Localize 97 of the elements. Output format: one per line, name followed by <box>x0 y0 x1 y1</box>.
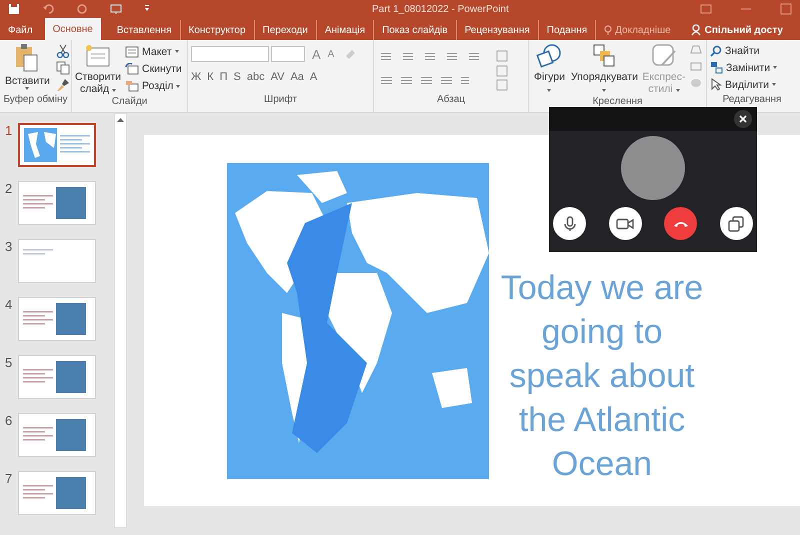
close-button[interactable] <box>734 110 752 128</box>
ribbon-tab[interactable]: Основне <box>44 18 101 40</box>
search-icon <box>710 45 722 57</box>
slide-option-button[interactable]: Розділ <box>125 80 182 92</box>
reset-icon <box>125 62 139 75</box>
caret-icon <box>773 66 778 69</box>
text-lines-icon <box>23 427 53 443</box>
caret-icon <box>676 89 680 92</box>
slide-number: 6 <box>5 413 13 428</box>
format-button[interactable]: AV <box>270 71 284 83</box>
share-label: Спільний досту <box>704 24 783 36</box>
font-name-field[interactable] <box>191 46 269 62</box>
person-icon <box>690 24 702 36</box>
call-control-button[interactable] <box>553 207 586 240</box>
lightbulb-icon <box>604 24 612 36</box>
hang-up-icon <box>672 220 689 228</box>
format-button[interactable]: Aa <box>290 71 304 83</box>
slide-number: 2 <box>5 181 13 196</box>
slide-option-button[interactable]: Скинути <box>125 62 182 75</box>
group-label: Креслення <box>592 95 644 108</box>
slide-title: Today we are going to speak about the Atlantic Ocean <box>500 268 704 484</box>
call-control-button[interactable] <box>664 207 698 240</box>
format-button[interactable]: S <box>234 71 241 83</box>
shrink-font-button[interactable]: A <box>328 48 334 60</box>
editing-button[interactable]: Виділити <box>710 78 776 91</box>
ribbon-tab[interactable]: Вставлення <box>108 20 180 40</box>
group-label: Слайди <box>110 95 148 108</box>
section-icon <box>125 80 139 92</box>
caret-icon <box>176 84 180 88</box>
drawing-button[interactable]: Упорядкувати <box>568 43 640 95</box>
shapes-icon <box>535 43 564 69</box>
photo-placeholder <box>56 361 86 393</box>
group-label: Шрифт <box>263 93 298 106</box>
windows-icon <box>728 216 744 232</box>
clipboard-icon <box>14 43 40 73</box>
caret-icon <box>112 89 116 92</box>
format-button[interactable]: Ж <box>191 71 202 83</box>
close-icon <box>739 115 747 123</box>
slideshow-icon[interactable] <box>110 3 122 15</box>
caret-icon <box>602 89 606 92</box>
slide-number: 3 <box>5 239 13 254</box>
drawing-button[interactable]: Фігури <box>532 43 567 95</box>
maximize-icon[interactable] <box>780 3 792 15</box>
call-control-button[interactable] <box>608 207 642 240</box>
pointer-icon <box>710 78 722 91</box>
call-control-button[interactable] <box>720 207 753 240</box>
slide-option-button[interactable]: Макет <box>125 46 182 58</box>
slide-number: 5 <box>5 355 13 370</box>
styles-icon <box>650 43 678 69</box>
layout-icon <box>125 46 139 58</box>
caret-icon <box>547 89 552 92</box>
photo-placeholder <box>56 477 86 509</box>
brush-icon[interactable] <box>56 78 70 92</box>
share-button[interactable]: Спільний досту <box>682 20 791 40</box>
format-button[interactable]: A <box>310 71 318 83</box>
file-tab[interactable]: Файл <box>0 20 41 40</box>
caret-icon <box>772 83 776 86</box>
copy-icon[interactable] <box>56 60 70 75</box>
text-lines-icon <box>23 195 53 211</box>
format-button[interactable]: П <box>220 71 228 83</box>
replace-icon <box>710 61 723 74</box>
slide-number: 7 <box>5 471 13 486</box>
caret-icon <box>174 50 179 54</box>
slide-thumbnail[interactable] <box>18 123 96 167</box>
camera-icon <box>616 218 634 230</box>
tell-me-label: Докладніше <box>615 24 671 36</box>
group-label: Редагування <box>722 93 782 106</box>
slide-icon <box>84 43 112 69</box>
caret-icon <box>25 87 30 90</box>
grow-font-button[interactable]: A <box>312 46 321 62</box>
microphone-icon <box>562 216 576 232</box>
undo-icon[interactable] <box>42 3 54 15</box>
format-button[interactable]: abc <box>246 71 265 83</box>
group-label: Буфер обміну <box>3 93 68 106</box>
format-button[interactable]: К <box>207 71 214 83</box>
slide-number: 1 <box>5 123 13 138</box>
font-size-field[interactable] <box>271 46 305 62</box>
save-icon[interactable] <box>8 3 20 15</box>
text-lines-icon <box>23 311 53 327</box>
scrollbar[interactable] <box>114 113 127 528</box>
ribbon-options-icon[interactable] <box>700 3 712 15</box>
editing-button[interactable]: Замінити <box>710 61 778 74</box>
photo-placeholder <box>56 303 86 335</box>
map-picture <box>24 128 58 162</box>
photo-placeholder <box>56 419 86 451</box>
slide-number: 4 <box>5 297 13 312</box>
text-lines-icon <box>60 135 90 155</box>
paste-button[interactable]: Вставити <box>3 43 52 93</box>
scissors-icon[interactable] <box>56 44 70 58</box>
text-lines-icon <box>23 249 53 257</box>
window-title: Part 1_08012022 - PowerPoint <box>372 4 509 14</box>
group-label: Абзац <box>436 93 466 106</box>
new-slide-button[interactable]: Створити слайд <box>75 43 121 95</box>
photo-placeholder <box>56 187 86 219</box>
text-lines-icon <box>23 369 53 385</box>
text-lines-icon <box>23 485 53 501</box>
editing-button[interactable]: Знайти <box>710 45 760 57</box>
